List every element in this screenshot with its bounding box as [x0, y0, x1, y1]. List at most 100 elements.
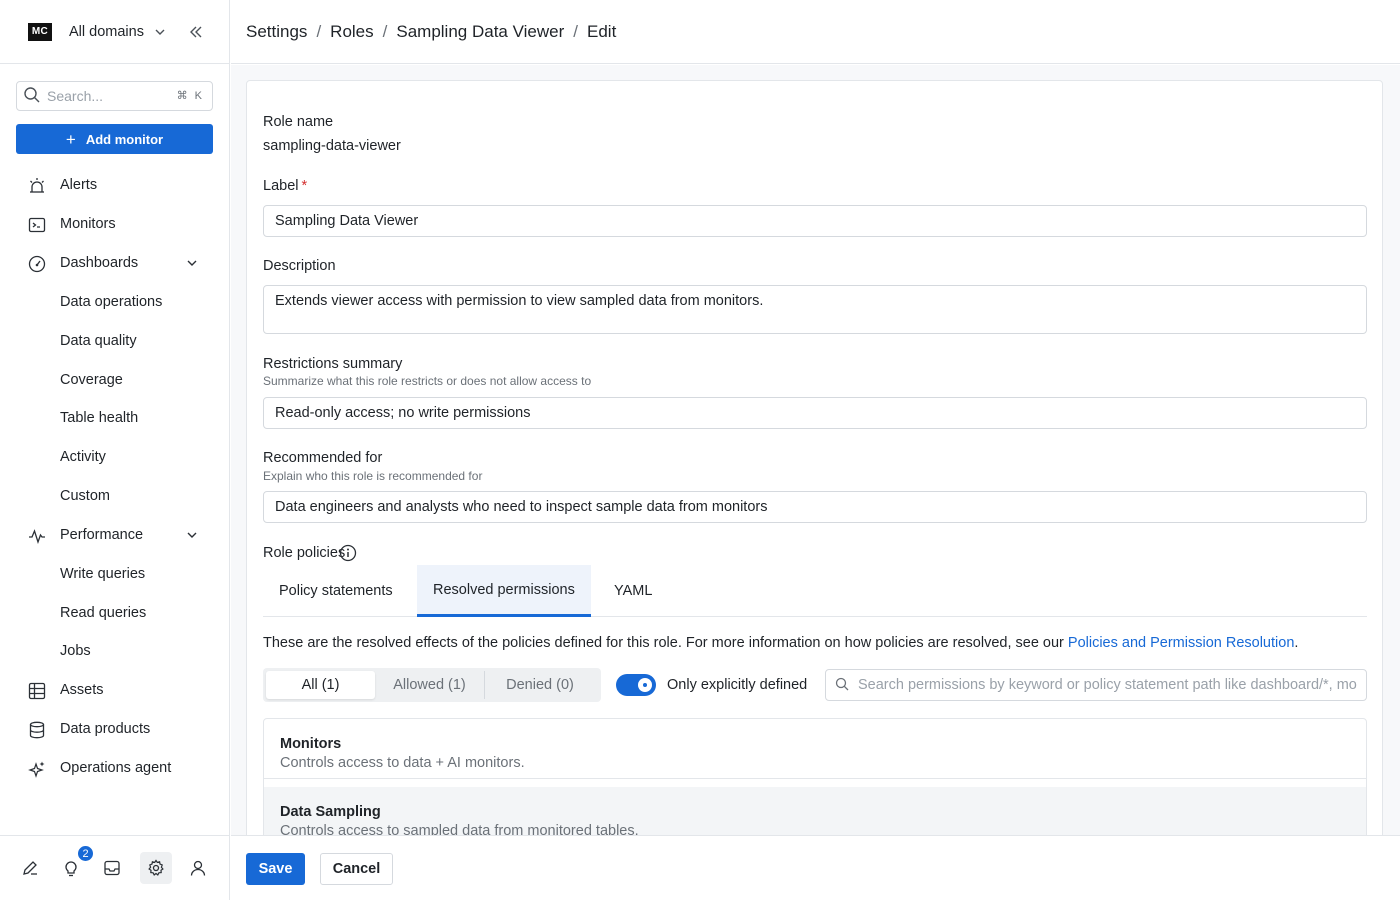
- permission-search-placeholder: Search permissions by keyword or policy …: [858, 677, 1357, 693]
- main-content: Role name sampling-data-viewer Label * Sa…: [231, 65, 1400, 880]
- sidebar-item-label: Data operations: [60, 294, 163, 310]
- mc-logo[interactable]: MC: [28, 22, 52, 41]
- form-footer: Save Cancel: [231, 835, 1400, 900]
- breadcrumb-edit: Edit: [587, 21, 617, 41]
- save-button[interactable]: Save: [246, 853, 305, 885]
- breadcrumb: Settings / Roles / Sampling Data Viewer …: [231, 0, 1400, 64]
- search-input[interactable]: Search... ⌘ K: [16, 81, 213, 111]
- role-policies-label: Role policies: [263, 545, 346, 561]
- sidebar-item-label: Data products: [60, 721, 151, 737]
- recommended-help: Explain who this role is recommended for: [263, 469, 483, 483]
- sidebar-item-data-operations[interactable]: Data operations: [0, 283, 229, 321]
- sidebar-footer: [0, 835, 229, 900]
- sidebar-item-monitors[interactable]: Monitors: [0, 205, 229, 243]
- policy-tabs: Policy statements Resolved permissions Y…: [263, 565, 1367, 617]
- restrictions-input[interactable]: Read-only access; no write permissions: [263, 397, 1367, 429]
- label-input[interactable]: Sampling Data Viewer: [263, 205, 1367, 237]
- chevron-down-icon[interactable]: [186, 257, 198, 273]
- permission-description: Controls access to data + AI monitors.: [280, 755, 525, 771]
- toggle-knob-dot: [643, 683, 647, 687]
- description-textarea[interactable]: Extends viewer access with permission to…: [263, 285, 1367, 334]
- sidebar-item-coverage[interactable]: Coverage: [0, 361, 229, 399]
- user-icon[interactable]: [182, 852, 214, 884]
- cancel-button[interactable]: Cancel: [320, 853, 393, 885]
- permission-title: Monitors: [280, 736, 342, 752]
- sidebar-item-assets[interactable]: Assets: [0, 671, 229, 709]
- sidebar-item-activity[interactable]: Activity: [0, 438, 229, 476]
- sidebar-item-label: Read queries: [60, 605, 147, 621]
- sidebar-item-operations-agent[interactable]: Operations agent: [0, 749, 229, 787]
- only-explicit-toggle[interactable]: [616, 674, 656, 696]
- search-icon: [23, 86, 41, 107]
- sidebar-item-label: Alerts: [60, 177, 98, 193]
- policies-resolution-link[interactable]: Policies and Permission Resolution: [1068, 635, 1294, 651]
- alert-siren-icon: [28, 177, 46, 195]
- chevron-down-icon[interactable]: [154, 26, 166, 38]
- restrictions-help: Summarize what this role restricts or do…: [263, 374, 592, 388]
- label-text: Label: [263, 178, 299, 194]
- sidebar-item-label: Assets: [60, 682, 104, 698]
- sparkle-icon: [28, 760, 46, 778]
- collapse-sidebar-icon[interactable]: [188, 24, 204, 40]
- sidebar-item-custom[interactable]: Custom: [0, 477, 229, 515]
- sidebar-item-data-products[interactable]: Data products: [0, 710, 229, 748]
- recommended-label: Recommended for: [263, 450, 383, 466]
- role-name-label: Role name: [263, 114, 334, 130]
- only-explicit-label: Only explicitly defined: [667, 677, 808, 693]
- resolved-description: These are the resolved effects of the po…: [263, 635, 1298, 651]
- table-grid-icon: [28, 682, 46, 700]
- sidebar-item-dashboards[interactable]: Dashboards: [0, 244, 229, 282]
- sidebar-item-label: Activity: [60, 449, 106, 465]
- search-icon: [835, 677, 849, 694]
- breadcrumb-separator: /: [573, 21, 578, 41]
- sidebar-item-alerts[interactable]: Alerts: [0, 166, 229, 204]
- breadcrumb-separator: /: [382, 21, 388, 41]
- sidebar-item-label: Write queries: [60, 566, 146, 582]
- sidebar-item-label: Performance: [60, 527, 144, 543]
- sidebar-item-jobs[interactable]: Jobs: [0, 632, 229, 670]
- sidebar-item-read-queries[interactable]: Read queries: [0, 594, 229, 632]
- breadcrumb-roles[interactable]: Roles: [330, 22, 373, 42]
- recommended-input[interactable]: Data engineers and analysts who need to …: [263, 491, 1367, 523]
- filter-denied[interactable]: Denied (0): [485, 671, 595, 699]
- sidebar-item-label: Jobs: [60, 643, 91, 659]
- resolved-text: These are the resolved effects of the po…: [263, 635, 1068, 651]
- database-icon: [28, 721, 46, 739]
- filter-all[interactable]: All (1): [266, 671, 375, 699]
- tab-policy-statements[interactable]: Policy statements: [263, 565, 409, 617]
- add-monitor-label: Add monitor: [85, 131, 164, 147]
- terminal-icon: [28, 216, 46, 234]
- add-monitor-button[interactable]: + Add monitor: [16, 124, 213, 154]
- search-placeholder: Search...: [47, 88, 104, 104]
- plus-icon: +: [65, 129, 76, 149]
- edit-pen-icon[interactable]: [14, 852, 46, 884]
- breadcrumb-separator: /: [316, 21, 322, 41]
- sidebar: MC All domains Search... ⌘ K + Add monit…: [0, 0, 230, 900]
- gauge-icon: [28, 255, 46, 273]
- sidebar-item-write-queries[interactable]: Write queries: [0, 555, 229, 593]
- required-marker: *: [301, 178, 308, 194]
- domain-selector[interactable]: All domains: [69, 24, 144, 40]
- sidebar-item-performance[interactable]: Performance: [0, 516, 229, 554]
- sidebar-item-label: Monitors: [60, 216, 116, 232]
- chevron-down-icon[interactable]: [186, 529, 198, 545]
- breadcrumb-role[interactable]: Sampling Data Viewer: [396, 22, 564, 42]
- sidebar-item-label: Data quality: [60, 333, 137, 349]
- tab-resolved-permissions[interactable]: Resolved permissions: [417, 565, 591, 617]
- search-shortcut: ⌘ K: [176, 90, 204, 102]
- notification-badge: 2: [76, 844, 95, 863]
- inbox-icon[interactable]: [96, 852, 128, 884]
- sidebar-item-data-quality[interactable]: Data quality: [0, 322, 229, 360]
- breadcrumb-settings[interactable]: Settings: [246, 22, 307, 42]
- info-icon[interactable]: [339, 544, 357, 565]
- sidebar-item-table-health[interactable]: Table health: [0, 399, 229, 437]
- permission-filter-segments: All (1) Allowed (1) Denied (0): [263, 668, 601, 702]
- permission-search-input[interactable]: Search permissions by keyword or policy …: [825, 669, 1367, 701]
- tab-yaml[interactable]: YAML: [598, 565, 668, 617]
- filter-allowed[interactable]: Allowed (1): [375, 671, 484, 699]
- gear-icon[interactable]: [140, 852, 172, 884]
- pulse-icon: [28, 527, 46, 545]
- restrictions-label: Restrictions summary: [263, 356, 403, 372]
- sidebar-item-label: Dashboards: [60, 255, 139, 271]
- list-item[interactable]: Monitors Controls access to data + AI mo…: [264, 719, 1366, 779]
